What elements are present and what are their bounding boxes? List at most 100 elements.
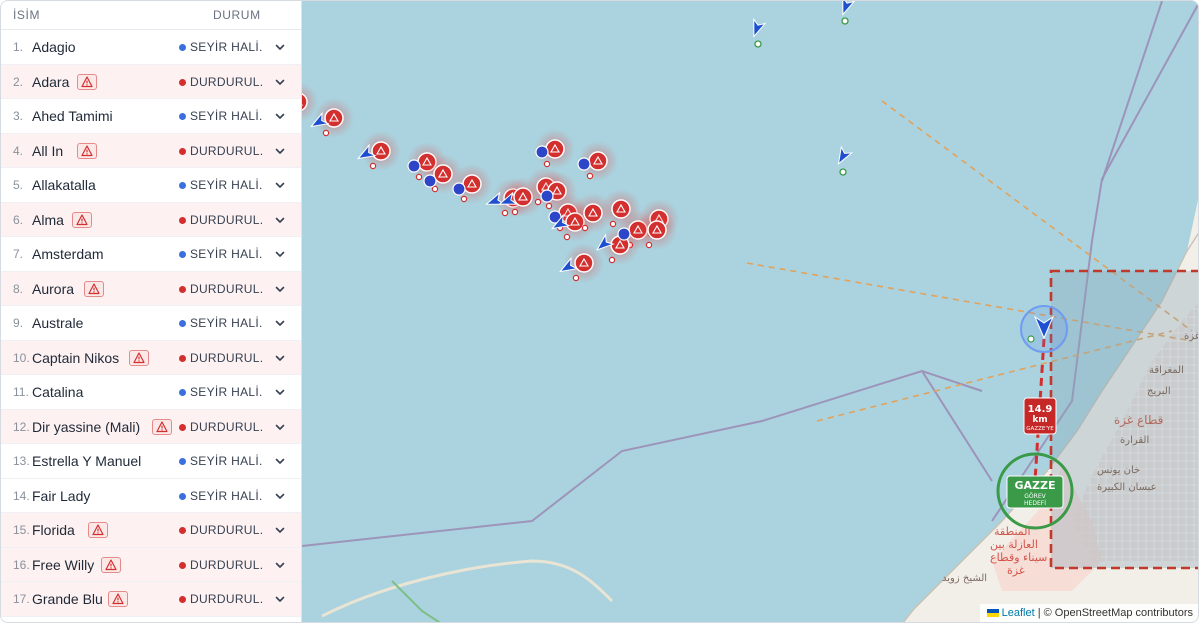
vessel-row[interactable]: 3. Ahed Tamimi SEYİR HALİ... [1,99,301,134]
vessel-row[interactable]: 16.Free Willy DURDURUL... [1,547,301,582]
sandbar [321,559,614,618]
row-number: 8. [13,281,24,296]
vessel-list-panel: İSİM DURUM 1. Adagio SEYİR HALİ... 2. Adara D… [1,1,302,622]
chevron-down-icon[interactable] [274,559,286,571]
status-label: SEYİR HALİ... [190,488,262,503]
vessel-name[interactable]: Free Willy [32,557,94,573]
vessel-name[interactable]: Adagio [32,39,76,55]
vessel-cluster-dot[interactable] [540,189,554,203]
label-buffer-3: سيناء وقطاع [990,551,1047,564]
status-dot [179,527,186,534]
warning-icon [88,522,108,538]
column-header-status[interactable]: DURUM [213,8,261,22]
position-dot [839,168,847,176]
vessel-row[interactable]: 17.Grande Blu DURDURUL... [1,582,301,617]
status-label: SEYİR HALİ... [190,178,262,192]
status-dot [179,285,186,293]
vessel-name[interactable]: Amsterdam [32,246,104,262]
vessel-row[interactable]: 12.Dir yassine (Mali) DURDURUL... [1,409,301,444]
row-number: 17. [13,592,30,606]
vessel-name[interactable]: Grande Blu [32,591,103,607]
vessel-cluster-dot[interactable] [577,157,591,171]
vessel-cluster-dot[interactable] [407,159,421,173]
chevron-down-icon[interactable] [274,386,286,398]
vessel-cluster-dot[interactable] [617,227,631,241]
chevron-down-icon[interactable] [274,593,286,605]
chevron-down-icon[interactable] [274,214,286,226]
chevron-down-icon[interactable] [274,317,286,329]
vessel-name[interactable]: Florida [32,522,75,538]
vessel-row[interactable]: 9. Australe SEYİR HALİ... [1,306,301,341]
leaflet-link[interactable]: Leaflet [1002,607,1035,619]
label-al-maghraqa: المغراقة [1149,365,1184,376]
vessel-row[interactable]: 5. Allakatalla SEYİR HALİ... [1,168,301,203]
vessel-row[interactable]: 8. Aurora DURDURUL... [1,271,301,306]
map-canvas[interactable]: المغراقة البريج قطاع غزة القرارة خان يون… [302,1,1199,623]
vessel-name[interactable]: Estrella Y Manuel [32,453,141,469]
status-label: DURDURUL... [190,419,262,434]
chevron-down-icon[interactable] [274,283,286,295]
sailing-vessel-arrow-icon[interactable] [837,1,856,17]
warning-icon [72,211,92,228]
chevron-down-icon[interactable] [274,145,286,157]
map-view[interactable]: المغراقة البريج قطاع غزة القرارة خان يون… [302,1,1199,623]
chevron-down-icon[interactable] [274,76,286,88]
sailing-vessel-arrow-icon[interactable] [748,17,767,38]
vessel-name[interactable]: Alma [32,212,64,228]
tracker-app: İSİM DURUM 1. Adagio SEYİR HALİ... 2. Adara D… [0,0,1199,623]
vessel-name[interactable]: Catalina [32,384,83,400]
column-header-name[interactable]: İSİM [13,8,40,22]
vessel-cluster-dot[interactable] [452,182,466,196]
vessel-row[interactable]: 2. Adara DURDURUL... [1,64,301,99]
chevron-down-icon[interactable] [274,455,286,467]
status-label: SEYİR HALİ... [190,316,262,330]
distance-unit: km [1032,415,1047,425]
chevron-down-icon[interactable] [274,179,286,191]
row-number: 12. [13,419,30,434]
sailing-vessel-arrow-icon[interactable] [833,145,854,167]
row-number: 9. [13,316,24,330]
chevron-down-icon[interactable] [274,110,286,122]
vessel-row[interactable]: 10.Captain Nikos DURDURUL... [1,340,301,375]
status-label: SEYİR HALİ... [190,109,262,123]
status-label: DURDURUL... [190,350,262,365]
chevron-down-icon[interactable] [274,421,286,433]
vessel-row[interactable]: 1. Adagio SEYİR HALİ... [1,30,301,65]
status-label: DURDURUL... [190,592,262,606]
chevron-down-icon[interactable] [274,524,286,536]
vessel-cluster-dot[interactable] [535,145,549,159]
vessel-name[interactable]: Aurora [32,281,74,297]
vessel-row[interactable]: 13. Estrella Y Manuel SEYİR HALİ... [1,444,301,479]
row-number: 5. [13,178,24,192]
selected-vessel-marker[interactable] [1020,305,1068,353]
row-number: 10. [13,350,30,365]
row-number: 3. [13,109,24,123]
chevron-down-icon[interactable] [274,352,286,364]
chevron-down-icon[interactable] [274,248,286,260]
vessel-name[interactable]: Adara [32,74,69,90]
vessel-row[interactable]: 6. Alma DURDURUL... [1,202,301,237]
vessel-name[interactable]: Australe [32,315,83,331]
label-sheikh-zuwayed: الشيخ زويد [942,573,987,584]
vessel-row[interactable]: 4. All In DURDURUL... [1,133,301,168]
vessel-row[interactable]: 11. Catalina SEYİR HALİ... [1,375,301,410]
vessel-name[interactable]: Ahed Tamimi [32,108,113,124]
chevron-down-icon[interactable] [274,41,286,53]
target-sub2: HEDEFİ [1024,500,1046,507]
label-gaza-city-fragment: غزة [1184,331,1199,342]
stopped-vessel-marker[interactable] [637,210,677,250]
vessel-name[interactable]: Dir yassine (Mali) [32,419,140,435]
vessel-name[interactable]: Allakatalla [32,177,96,193]
vessel-row[interactable]: 14. Fair Lady SEYİR HALİ... [1,478,301,513]
vessel-cluster-dot[interactable] [423,174,437,188]
row-number: 4. [13,143,24,158]
vessel-row[interactable]: 7. Amsterdam SEYİR HALİ... [1,237,301,272]
vessel-name[interactable]: Fair Lady [32,488,90,504]
status-label: SEYİR HALİ... [190,454,262,468]
chevron-down-icon[interactable] [274,490,286,502]
row-number: 11. [13,385,29,399]
green-road [391,580,441,622]
vessel-name[interactable]: Captain Nikos [32,350,119,366]
vessel-name[interactable]: All In [32,143,63,159]
vessel-row[interactable]: 15.Florida DURDURUL... [1,513,301,548]
